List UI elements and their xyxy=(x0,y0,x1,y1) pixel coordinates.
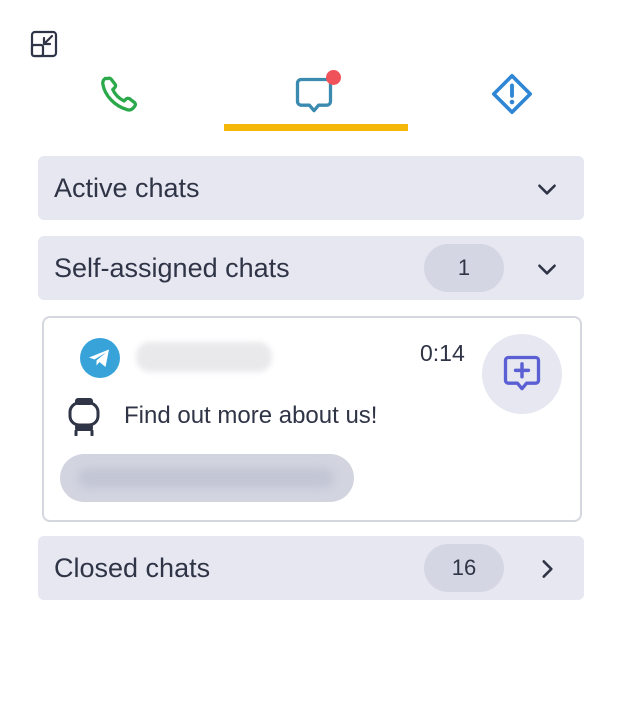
tab-bar xyxy=(0,62,624,134)
bot-icon xyxy=(68,398,100,436)
count-badge: 16 xyxy=(424,544,504,592)
active-tab-indicator xyxy=(224,124,408,131)
section-title: Active chats xyxy=(54,173,200,203)
section-self-assigned-chats[interactable]: Self-assigned chats 1 xyxy=(38,236,584,300)
new-message-button[interactable] xyxy=(482,334,562,414)
section-title: Self-assigned chats xyxy=(54,253,290,283)
contact-name-redacted xyxy=(136,342,272,372)
section-closed-chats[interactable]: Closed chats 16 xyxy=(38,536,584,600)
chat-time: 0:14 xyxy=(420,340,465,366)
minimize-icon xyxy=(30,30,58,58)
tab-calls[interactable] xyxy=(28,62,210,126)
chevron-down-icon xyxy=(538,184,556,195)
section-title: Closed chats xyxy=(54,553,211,583)
phone-icon xyxy=(101,76,137,112)
chat-tag-redacted xyxy=(60,454,354,502)
chevron-right-icon xyxy=(542,560,553,578)
chat-last-message: Find out more about us! xyxy=(124,402,378,429)
notification-dot xyxy=(326,70,341,85)
tab-alerts[interactable] xyxy=(420,62,604,126)
chevron-down-icon xyxy=(538,264,556,275)
alert-diamond-icon xyxy=(491,73,533,115)
section-active-chats[interactable]: Active chats xyxy=(38,156,584,220)
chat-card[interactable]: 0:14 Find out more about us! xyxy=(42,316,582,522)
new-message-icon xyxy=(503,355,541,391)
minimize-button[interactable] xyxy=(28,28,60,60)
tab-chats[interactable] xyxy=(224,62,408,126)
telegram-icon xyxy=(80,338,120,378)
count-badge: 1 xyxy=(424,244,504,292)
